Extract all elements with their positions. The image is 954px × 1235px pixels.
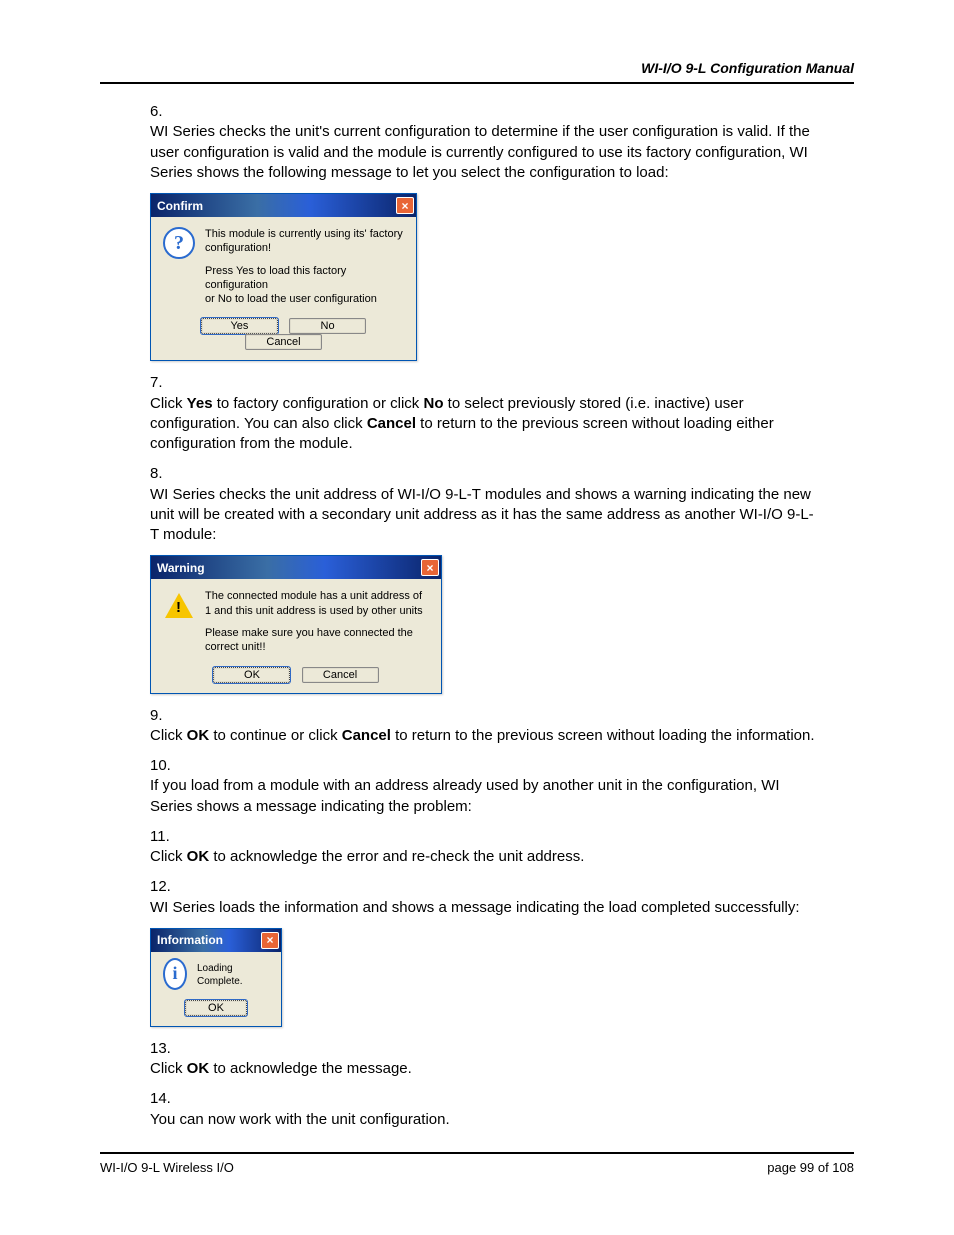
dialog-buttons: Yes No Cancel: [163, 318, 404, 350]
step-8: 8. WI Series checks the unit address of …: [150, 464, 854, 545]
dialog-buttons: OK Cancel: [163, 667, 429, 683]
step-13: 13. Click OK to acknowledge the message.: [150, 1039, 854, 1080]
page-header-title: WI-I/O 9-L Configuration Manual: [100, 60, 854, 76]
dialog-line: The connected module has a unit address …: [205, 589, 429, 618]
step-12: 12. WI Series loads the information and …: [150, 877, 854, 918]
warning-dialog: Warning × The connected module has a uni…: [150, 555, 442, 693]
dialog-line: This module is currently using its' fact…: [205, 227, 404, 256]
step-number: 8.: [150, 464, 182, 484]
footer-left: WI-I/O 9-L Wireless I/O: [100, 1160, 234, 1175]
step-number: 12.: [150, 877, 182, 897]
step-number: 11.: [150, 827, 182, 847]
dialog-text: The connected module has a unit address …: [205, 589, 429, 654]
step-7: 7. Click Yes to factory configuration or…: [150, 373, 854, 454]
dialog-line: Press Yes to load this factory configura…: [205, 264, 404, 293]
step-number: 7.: [150, 373, 182, 393]
step-text: Click OK to continue or click Cancel to …: [150, 726, 818, 746]
dialog-title: Confirm: [157, 199, 203, 213]
step-11: 11. Click OK to acknowledge the error an…: [150, 827, 854, 868]
dialog-line: or No to load the user configuration: [205, 292, 404, 306]
cancel-button[interactable]: Cancel: [245, 334, 322, 350]
footer-right: page 99 of 108: [767, 1160, 854, 1175]
close-icon[interactable]: ×: [396, 197, 414, 214]
warning-icon: [163, 589, 195, 621]
info-icon: i: [163, 962, 187, 986]
dialog-titlebar: Information ×: [151, 929, 281, 952]
dialog-line: Please make sure you have connected the …: [205, 626, 429, 655]
question-icon: ?: [163, 227, 195, 259]
step-number: 6.: [150, 102, 182, 122]
close-icon[interactable]: ×: [261, 932, 279, 949]
step-number: 13.: [150, 1039, 182, 1059]
step-number: 10.: [150, 756, 182, 776]
dialog-text: Loading Complete.: [197, 962, 269, 988]
yes-button[interactable]: Yes: [201, 318, 278, 334]
step-number: 9.: [150, 706, 182, 726]
page-footer: WI-I/O 9-L Wireless I/O page 99 of 108: [100, 1152, 854, 1175]
dialog-body: The connected module has a unit address …: [151, 579, 441, 692]
step-number: 14.: [150, 1089, 182, 1109]
dialog-text: This module is currently using its' fact…: [205, 227, 404, 306]
confirm-dialog: Confirm × ? This module is currently usi…: [150, 193, 417, 361]
step-text: WI Series loads the information and show…: [150, 898, 818, 918]
header-rule: [100, 82, 854, 84]
page: WI-I/O 9-L Configuration Manual 6. WI Se…: [0, 0, 954, 1235]
step-text: WI Series checks the unit's current conf…: [150, 122, 818, 183]
step-10: 10. If you load from a module with an ad…: [150, 756, 854, 817]
dialog-title: Warning: [157, 561, 205, 575]
close-icon[interactable]: ×: [421, 559, 439, 576]
dialog-buttons: OK: [163, 1000, 269, 1016]
dialog-title: Information: [157, 933, 223, 947]
step-text: If you load from a module with an addres…: [150, 776, 818, 817]
step-text: You can now work with the unit configura…: [150, 1110, 818, 1130]
dialog-body: ? This module is currently using its' fa…: [151, 217, 416, 360]
no-button[interactable]: No: [289, 318, 366, 334]
content-area: 6. WI Series checks the unit's current c…: [100, 102, 854, 1130]
dialog-body: i Loading Complete. OK: [151, 952, 281, 1026]
information-dialog: Information × i Loading Complete. OK: [150, 928, 282, 1027]
step-14: 14. You can now work with the unit confi…: [150, 1089, 854, 1130]
cancel-button[interactable]: Cancel: [302, 667, 379, 683]
dialog-titlebar: Confirm ×: [151, 194, 416, 217]
ok-button[interactable]: OK: [185, 1000, 247, 1016]
dialog-titlebar: Warning ×: [151, 556, 441, 579]
step-9: 9. Click OK to continue or click Cancel …: [150, 706, 854, 747]
ok-button[interactable]: OK: [213, 667, 290, 683]
step-text: Click OK to acknowledge the error and re…: [150, 847, 818, 867]
footer-rule: [100, 1152, 854, 1154]
step-text: Click Yes to factory configuration or cl…: [150, 394, 818, 455]
step-text: WI Series checks the unit address of WI-…: [150, 485, 818, 546]
step-6: 6. WI Series checks the unit's current c…: [150, 102, 854, 183]
step-text: Click OK to acknowledge the message.: [150, 1059, 818, 1079]
